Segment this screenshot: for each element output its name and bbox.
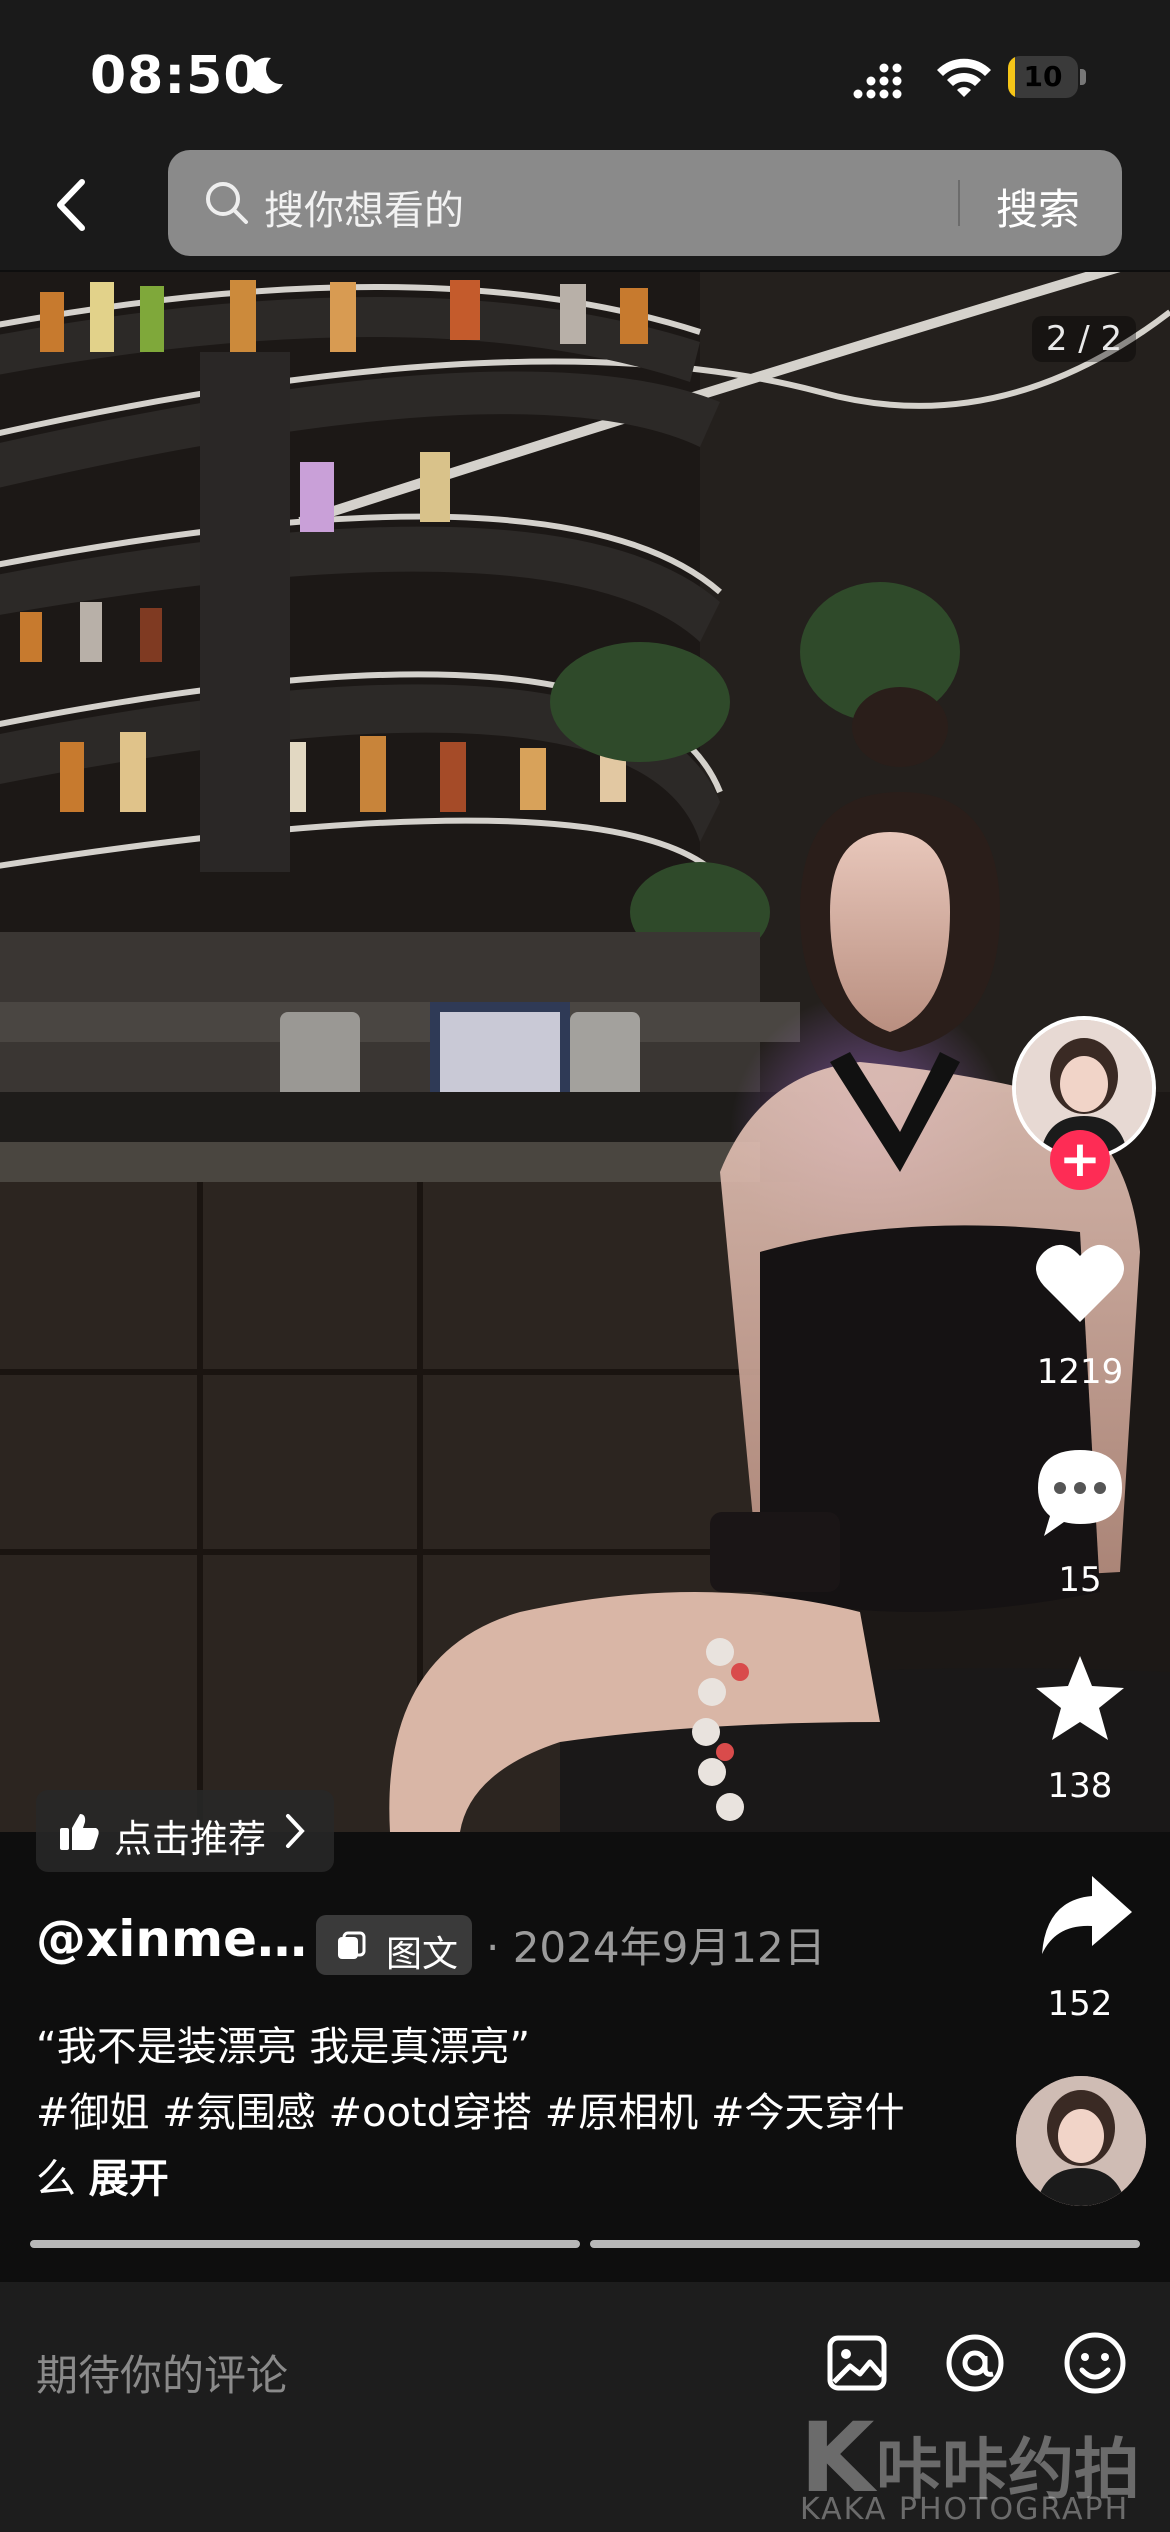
post-type-badge: 图文 <box>316 1915 472 1975</box>
battery-level: 10 <box>1023 60 1063 93</box>
wifi-icon <box>937 58 991 97</box>
username[interactable]: @xinme… <box>36 1910 307 1968</box>
likes-count: 1219 <box>1036 1352 1124 1392</box>
recommend-button[interactable]: 点击推荐 <box>36 1790 334 1872</box>
favorites-count: 138 <box>1047 1766 1113 1806</box>
post-caption: “我不是装漂亮 我是真漂亮” <box>36 2024 531 2070</box>
page-indicator: 2 / 2 <box>1032 316 1136 362</box>
search-divider <box>958 180 960 226</box>
expand-button[interactable]: 展开 <box>89 2156 169 2202</box>
comment-icon[interactable] <box>1030 1442 1130 1542</box>
comment-bar: 期待你的评论 K 咔咔约拍 KAKA PHOTOGRAPH <box>0 2282 1170 2532</box>
post-hashtags[interactable]: #御姐 #氛围感 #ootd穿搭 #原相机 #今天穿什么 展开 <box>36 2080 916 2212</box>
heart-icon[interactable] <box>1030 1232 1130 1332</box>
page-progress-2 <box>590 2240 1140 2248</box>
emoji-icon[interactable] <box>1062 2330 1128 2396</box>
image-text-icon <box>338 1931 366 1959</box>
comment-input[interactable]: 期待你的评论 <box>36 2342 288 2403</box>
shares-count: 152 <box>1047 1984 1113 2024</box>
post-photo[interactable] <box>0 272 1170 1832</box>
battery-nub <box>1080 69 1086 85</box>
comments-count: 15 <box>1058 1560 1102 1600</box>
author-avatar-image <box>1016 2076 1146 2206</box>
post-type-label: 图文 <box>386 1934 459 1975</box>
moon-icon <box>249 57 283 94</box>
back-icon[interactable] <box>40 170 100 240</box>
status-time: 08:50 <box>90 46 261 106</box>
photo-scene <box>0 272 1170 1832</box>
recommend-label: 点击推荐 <box>114 1817 267 1861</box>
battery-icon: 10 <box>1008 56 1078 98</box>
page-progress-1 <box>30 2240 580 2248</box>
author-avatar[interactable] <box>1016 2076 1146 2206</box>
follow-button[interactable]: + <box>1050 1130 1110 1190</box>
watermark-subtext: KAKA PHOTOGRAPH <box>800 2492 1130 2527</box>
post-date: · 2024年9月12日 <box>486 1923 826 1972</box>
search-input[interactable]: 搜你想看的 搜索 <box>168 150 1122 256</box>
search-icon <box>206 182 248 224</box>
chevron-right-icon <box>286 1814 305 1848</box>
search-button[interactable]: 搜索 <box>996 176 1080 237</box>
search-placeholder: 搜你想看的 <box>264 188 464 234</box>
thumbs-up-icon <box>60 1814 99 1850</box>
share-icon[interactable] <box>1036 1870 1136 1960</box>
star-icon[interactable] <box>1030 1650 1130 1750</box>
at-icon[interactable] <box>942 2330 1008 2396</box>
image-icon[interactable] <box>824 2330 890 2396</box>
signal-icon <box>853 63 902 99</box>
